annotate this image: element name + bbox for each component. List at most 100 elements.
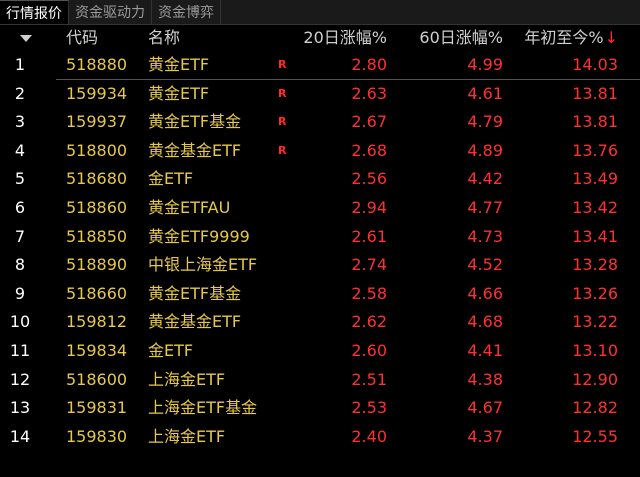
row-ytd-change: 13.22 xyxy=(572,312,618,332)
row-20d-change: 2.58 xyxy=(351,283,387,303)
row-name: 中银上海金ETF xyxy=(148,255,258,275)
row-index: 9 xyxy=(14,283,26,303)
table-row[interactable]: 10 159812 黄金基金ETF 2.62 4.68 13.22 xyxy=(0,308,640,337)
column-header-code[interactable]: 代码 xyxy=(66,25,98,51)
row-index: 7 xyxy=(14,226,26,246)
row-ytd-change: 14.03 xyxy=(572,55,618,74)
row-20d-change: 2.80 xyxy=(351,55,387,74)
table-row[interactable]: 8 518890 中银上海金ETF 2.74 4.52 13.28 xyxy=(0,251,640,280)
row-60d-change: 4.66 xyxy=(467,283,503,303)
row-60d-change: 4.37 xyxy=(467,426,503,446)
row-60d-change: 4.61 xyxy=(467,83,503,103)
row-code: 518850 xyxy=(66,226,128,246)
row-60d-change: 4.42 xyxy=(467,169,503,189)
row-20d-change: 2.40 xyxy=(351,426,387,446)
row-60d-change: 4.77 xyxy=(467,197,503,217)
row-name: 黄金ETFAU xyxy=(148,197,231,217)
row-ytd-change: 13.81 xyxy=(572,83,618,103)
row-60d-change: 4.89 xyxy=(467,140,503,160)
tab-bar: 行情报价 资金驱动力 资金博弈 xyxy=(0,0,640,25)
row-index: 13 xyxy=(9,398,31,418)
row-60d-change: 4.52 xyxy=(467,255,503,275)
margin-badge: R xyxy=(278,143,287,157)
row-index: 4 xyxy=(14,140,26,160)
row-60d-change: 4.68 xyxy=(467,312,503,332)
row-code: 518680 xyxy=(66,169,128,189)
row-code: 518860 xyxy=(66,197,128,217)
row-code: 159834 xyxy=(66,340,128,360)
table-row[interactable]: 6 518860 黄金ETFAU 2.94 4.77 13.42 xyxy=(0,194,640,223)
column-header-name[interactable]: 名称 xyxy=(148,25,180,51)
row-index: 8 xyxy=(14,255,26,275)
row-20d-change: 2.94 xyxy=(351,197,387,217)
table-row[interactable]: 9 518660 黄金ETF基金 2.58 4.66 13.26 xyxy=(0,280,640,309)
row-60d-change: 4.41 xyxy=(467,340,503,360)
row-code: 518890 xyxy=(66,255,128,275)
caret-down-icon[interactable] xyxy=(20,35,32,42)
row-name: 上海金ETF基金 xyxy=(148,398,258,418)
row-index: 14 xyxy=(9,426,31,446)
row-index: 6 xyxy=(14,197,26,217)
row-20d-change: 2.68 xyxy=(351,140,387,160)
row-ytd-change: 13.42 xyxy=(572,197,618,217)
table-row[interactable]: 11 159834 金ETF 2.60 4.41 13.10 xyxy=(0,337,640,366)
row-code: 518800 xyxy=(66,140,128,160)
row-60d-change: 4.79 xyxy=(467,112,503,132)
table-header: 代码 名称 20日涨幅% 60日涨幅% 年初至今%↓ xyxy=(0,25,640,51)
tab-fund-drive[interactable]: 资金驱动力 xyxy=(69,0,152,24)
row-20d-change: 2.60 xyxy=(351,340,387,360)
row-name: 上海金ETF xyxy=(148,426,226,446)
row-name: 金ETF xyxy=(148,340,194,360)
column-header-20d-change[interactable]: 20日涨幅% xyxy=(303,25,387,51)
row-code: 518600 xyxy=(66,369,128,389)
table-row[interactable]: 5 518680 金ETF 2.56 4.42 13.49 xyxy=(0,165,640,194)
row-ytd-change: 13.76 xyxy=(572,140,618,160)
row-20d-change: 2.61 xyxy=(351,226,387,246)
row-name: 黄金ETF基金 xyxy=(148,112,242,132)
row-60d-change: 4.67 xyxy=(467,398,503,418)
row-ytd-change: 12.90 xyxy=(572,369,618,389)
row-ytd-change: 13.41 xyxy=(572,226,618,246)
row-index: 3 xyxy=(14,112,26,132)
row-ytd-change: 13.81 xyxy=(572,112,618,132)
sort-desc-icon: ↓ xyxy=(604,28,618,47)
margin-badge: R xyxy=(278,86,287,100)
row-20d-change: 2.63 xyxy=(351,83,387,103)
row-name: 黄金ETF基金 xyxy=(148,283,242,303)
column-header-ytd-change[interactable]: 年初至今%↓ xyxy=(524,25,618,51)
row-ytd-change: 13.26 xyxy=(572,283,618,303)
column-header-60d-change[interactable]: 60日涨幅% xyxy=(419,25,503,51)
table-row[interactable]: 3 159937 黄金ETF基金 R 2.67 4.79 13.81 xyxy=(0,108,640,137)
table-row[interactable]: 1 518880 黄金ETF R 2.80 4.99 14.03 xyxy=(0,51,640,80)
margin-badge: R xyxy=(278,115,287,129)
row-code: 518660 xyxy=(66,283,128,303)
row-20d-change: 2.51 xyxy=(351,369,387,389)
row-code: 159937 xyxy=(66,112,128,132)
row-name: 金ETF xyxy=(148,169,194,189)
column-header-ytd-label: 年初至今% xyxy=(524,28,604,47)
row-index: 10 xyxy=(9,312,31,332)
row-name: 黄金基金ETF xyxy=(148,140,242,160)
row-ytd-change: 12.55 xyxy=(572,426,618,446)
row-ytd-change: 12.82 xyxy=(572,398,618,418)
row-20d-change: 2.56 xyxy=(351,169,387,189)
row-index: 11 xyxy=(9,340,31,360)
table-row[interactable]: 13 159831 上海金ETF基金 2.53 4.67 12.82 xyxy=(0,394,640,423)
row-name: 黄金ETF xyxy=(148,55,210,74)
table-row[interactable]: 14 159830 上海金ETF 2.40 4.37 12.55 xyxy=(0,423,640,452)
tab-fund-game[interactable]: 资金博弈 xyxy=(152,0,221,24)
row-index: 12 xyxy=(9,369,31,389)
row-index: 1 xyxy=(14,55,26,74)
row-ytd-change: 13.10 xyxy=(572,340,618,360)
row-index: 2 xyxy=(14,83,26,103)
row-20d-change: 2.53 xyxy=(351,398,387,418)
tab-quotes[interactable]: 行情报价 xyxy=(0,0,69,24)
table-row[interactable]: 7 518850 黄金ETF9999 2.61 4.73 13.41 xyxy=(0,223,640,252)
table-row[interactable]: 2 159934 黄金ETF R 2.63 4.61 13.81 xyxy=(0,80,640,109)
table-row[interactable]: 4 518800 黄金基金ETF R 2.68 4.89 13.76 xyxy=(0,137,640,166)
table-row[interactable]: 12 518600 上海金ETF 2.51 4.38 12.90 xyxy=(0,366,640,395)
row-code: 159830 xyxy=(66,426,128,446)
row-60d-change: 4.38 xyxy=(467,369,503,389)
row-code: 159934 xyxy=(66,83,128,103)
row-ytd-change: 13.49 xyxy=(572,169,618,189)
